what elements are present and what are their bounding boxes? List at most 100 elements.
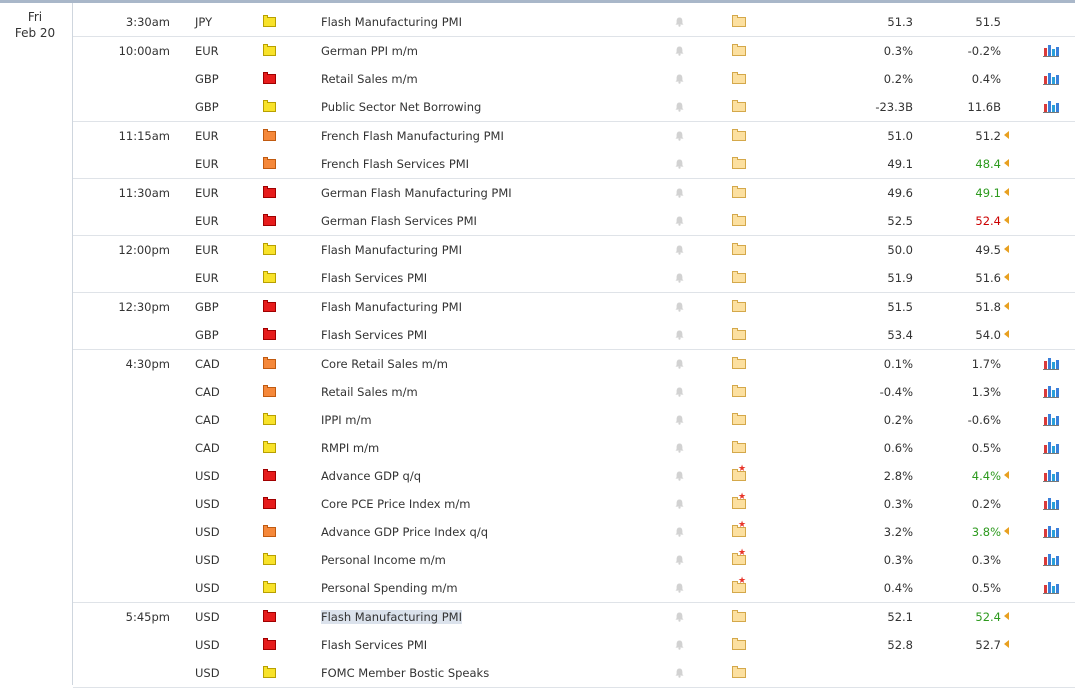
bell-icon[interactable] (675, 639, 684, 650)
bell-icon[interactable] (675, 611, 684, 622)
event-row[interactable]: CAD Retail Sales m/m -0.4% 1.3% (73, 378, 1075, 406)
folder-icon[interactable] (732, 441, 746, 453)
event-title[interactable]: Flash Manufacturing PMI (321, 300, 462, 314)
event-row[interactable]: EUR Flash Services PMI 51.9 51.6 (73, 264, 1075, 292)
bell-icon[interactable] (675, 101, 684, 112)
event-row[interactable]: 5:45pm USD Flash Manufacturing PMI 52.1 52.4 (73, 603, 1075, 631)
impact-icon[interactable] (263, 100, 276, 112)
event-title[interactable]: Flash Manufacturing PMI (321, 610, 462, 624)
bar-graph-icon[interactable] (1043, 99, 1059, 113)
event-title[interactable]: Core Retail Sales m/m (321, 357, 448, 371)
bell-icon[interactable] (675, 130, 684, 141)
bell-icon[interactable] (675, 272, 684, 283)
event-title[interactable]: Public Sector Net Borrowing (321, 100, 481, 114)
bar-graph-icon[interactable] (1043, 524, 1059, 538)
event-row[interactable]: 11:30am EUR German Flash Manufacturing PMI… (73, 179, 1075, 207)
impact-icon[interactable] (263, 441, 276, 453)
event-title[interactable]: Flash Manufacturing PMI (321, 243, 462, 257)
event-row[interactable]: USD Flash Services PMI 52.8 52.7 (73, 631, 1075, 659)
impact-icon[interactable] (263, 413, 276, 425)
event-title[interactable]: Core PCE Price Index m/m (321, 497, 470, 511)
folder-icon[interactable] (732, 15, 746, 27)
impact-icon[interactable] (263, 186, 276, 198)
folder-icon[interactable] (732, 100, 746, 112)
event-title[interactable]: RMPI m/m (321, 441, 379, 455)
revised-arrow-icon[interactable] (1004, 273, 1009, 281)
event-title[interactable]: Flash Manufacturing PMI (321, 15, 462, 29)
bar-graph-icon[interactable] (1043, 496, 1059, 510)
event-title[interactable]: Retail Sales m/m (321, 385, 418, 399)
event-title[interactable]: French Flash Services PMI (321, 157, 469, 171)
revised-arrow-icon[interactable] (1004, 131, 1009, 139)
impact-icon[interactable] (263, 553, 276, 565)
impact-icon[interactable] (263, 243, 276, 255)
revised-arrow-icon[interactable] (1004, 159, 1009, 167)
bell-icon[interactable] (675, 244, 684, 255)
event-title[interactable]: Personal Income m/m (321, 553, 446, 567)
event-row[interactable]: EUR German Flash Services PMI 52.5 52.4 (73, 207, 1075, 235)
revised-arrow-icon[interactable] (1004, 302, 1009, 310)
event-title[interactable]: German Flash Services PMI (321, 214, 477, 228)
folder-icon[interactable] (732, 638, 746, 650)
folder-icon[interactable] (732, 44, 746, 56)
event-title[interactable]: Retail Sales m/m (321, 72, 418, 86)
impact-icon[interactable] (263, 469, 276, 481)
folder-star-icon[interactable] (732, 576, 746, 593)
bell-icon[interactable] (675, 526, 684, 537)
impact-icon[interactable] (263, 497, 276, 509)
event-row[interactable]: 3:30am JPY Flash Manufacturing PMI 51.3 51.5 (73, 8, 1075, 36)
bell-icon[interactable] (675, 16, 684, 27)
impact-icon[interactable] (263, 129, 276, 141)
revised-arrow-icon[interactable] (1004, 188, 1009, 196)
event-title[interactable]: German PPI m/m (321, 44, 418, 58)
bar-graph-icon[interactable] (1043, 412, 1059, 426)
event-row[interactable]: 11:15am EUR French Flash Manufacturing PMI… (73, 122, 1075, 150)
impact-icon[interactable] (263, 525, 276, 537)
event-title[interactable]: Advance GDP q/q (321, 469, 421, 483)
event-row[interactable]: USD Core PCE Price Index m/m 0.3% 0.2% (73, 490, 1075, 518)
folder-icon[interactable] (732, 357, 746, 369)
event-title[interactable]: Advance GDP Price Index q/q (321, 525, 488, 539)
event-title[interactable]: FOMC Member Bostic Speaks (321, 666, 489, 680)
event-row[interactable]: GBP Public Sector Net Borrowing -23.3B 11.6… (73, 93, 1075, 121)
event-row[interactable]: USD FOMC Member Bostic Speaks (73, 659, 1075, 687)
impact-icon[interactable] (263, 385, 276, 397)
bell-icon[interactable] (675, 386, 684, 397)
impact-icon[interactable] (263, 666, 276, 678)
bell-icon[interactable] (675, 329, 684, 340)
event-row[interactable]: 12:30pm GBP Flash Manufacturing PMI 51.5 51.… (73, 293, 1075, 321)
bell-icon[interactable] (675, 667, 684, 678)
bell-icon[interactable] (675, 358, 684, 369)
revised-arrow-icon[interactable] (1004, 527, 1009, 535)
event-title[interactable]: IPPI m/m (321, 413, 372, 427)
folder-icon[interactable] (732, 385, 746, 397)
bar-graph-icon[interactable] (1043, 356, 1059, 370)
bell-icon[interactable] (675, 414, 684, 425)
event-row[interactable]: 4:30pm CAD Core Retail Sales m/m 0.1% 1.7% (73, 350, 1075, 378)
event-title[interactable]: Personal Spending m/m (321, 581, 458, 595)
event-row[interactable]: USD Personal Income m/m 0.3% 0.3% (73, 546, 1075, 574)
impact-icon[interactable] (263, 157, 276, 169)
folder-star-icon[interactable] (732, 464, 746, 481)
event-title[interactable]: German Flash Manufacturing PMI (321, 186, 512, 200)
bar-graph-icon[interactable] (1043, 43, 1059, 57)
event-title[interactable]: Flash Services PMI (321, 638, 427, 652)
revised-arrow-icon[interactable] (1004, 330, 1009, 338)
bell-icon[interactable] (675, 158, 684, 169)
bar-graph-icon[interactable] (1043, 468, 1059, 482)
bell-icon[interactable] (675, 301, 684, 312)
folder-icon[interactable] (732, 610, 746, 622)
bar-graph-icon[interactable] (1043, 580, 1059, 594)
bell-icon[interactable] (675, 554, 684, 565)
event-row[interactable]: GBP Flash Services PMI 53.4 54.0 (73, 321, 1075, 349)
event-row[interactable]: USD Personal Spending m/m 0.4% 0.5% (73, 574, 1075, 602)
revised-arrow-icon[interactable] (1004, 640, 1009, 648)
impact-icon[interactable] (263, 271, 276, 283)
folder-icon[interactable] (732, 328, 746, 340)
revised-arrow-icon[interactable] (1004, 216, 1009, 224)
event-title[interactable]: Flash Services PMI (321, 271, 427, 285)
bell-icon[interactable] (675, 187, 684, 198)
event-row[interactable]: EUR French Flash Services PMI 49.1 48.4 (73, 150, 1075, 178)
folder-star-icon[interactable] (732, 548, 746, 565)
folder-icon[interactable] (732, 271, 746, 283)
